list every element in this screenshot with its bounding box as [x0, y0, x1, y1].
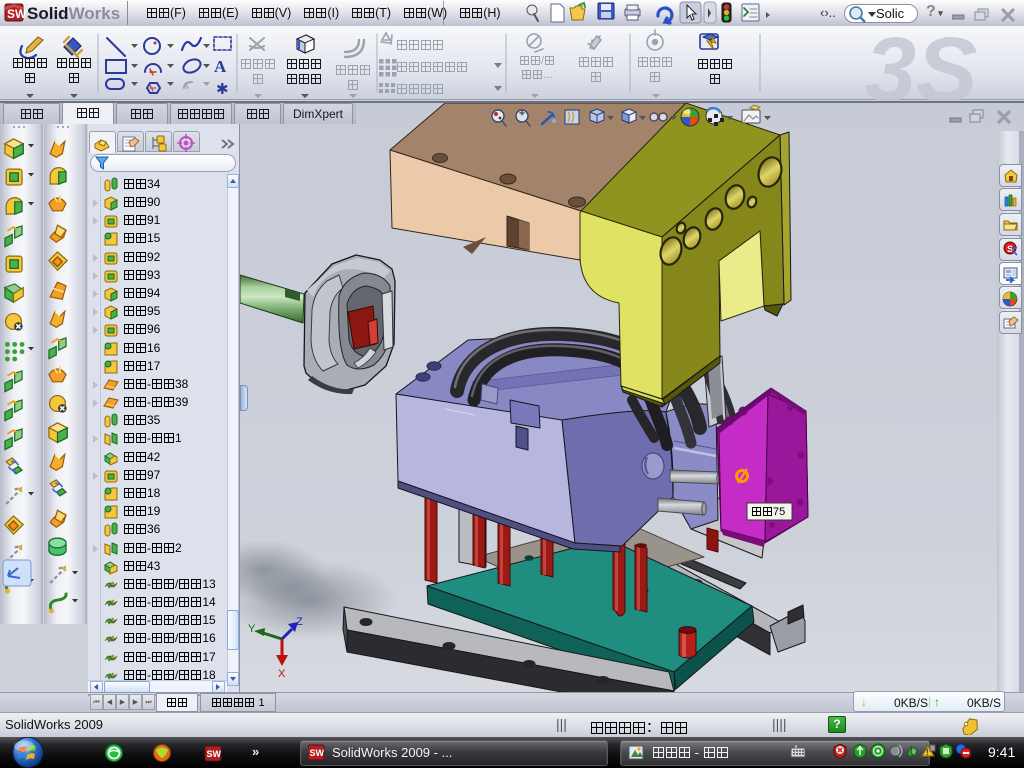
svg-text:SW: SW [7, 7, 27, 21]
svg-text:Z: Z [296, 616, 303, 628]
svg-text:SW: SW [207, 749, 222, 759]
svg-text:SW: SW [310, 748, 325, 758]
svg-text:Y: Y [248, 623, 256, 635]
svg-text:✱: ✱ [216, 81, 229, 98]
svg-text:!: ! [926, 748, 929, 757]
svg-text:X: X [278, 668, 286, 680]
svg-text:»: » [252, 744, 259, 759]
svg-text:S: S [1007, 244, 1013, 254]
svg-text:SolidWorks: SolidWorks [27, 4, 120, 23]
svg-text:A: A [214, 57, 227, 76]
svg-text:‹›..: ‹›.. [820, 5, 836, 20]
